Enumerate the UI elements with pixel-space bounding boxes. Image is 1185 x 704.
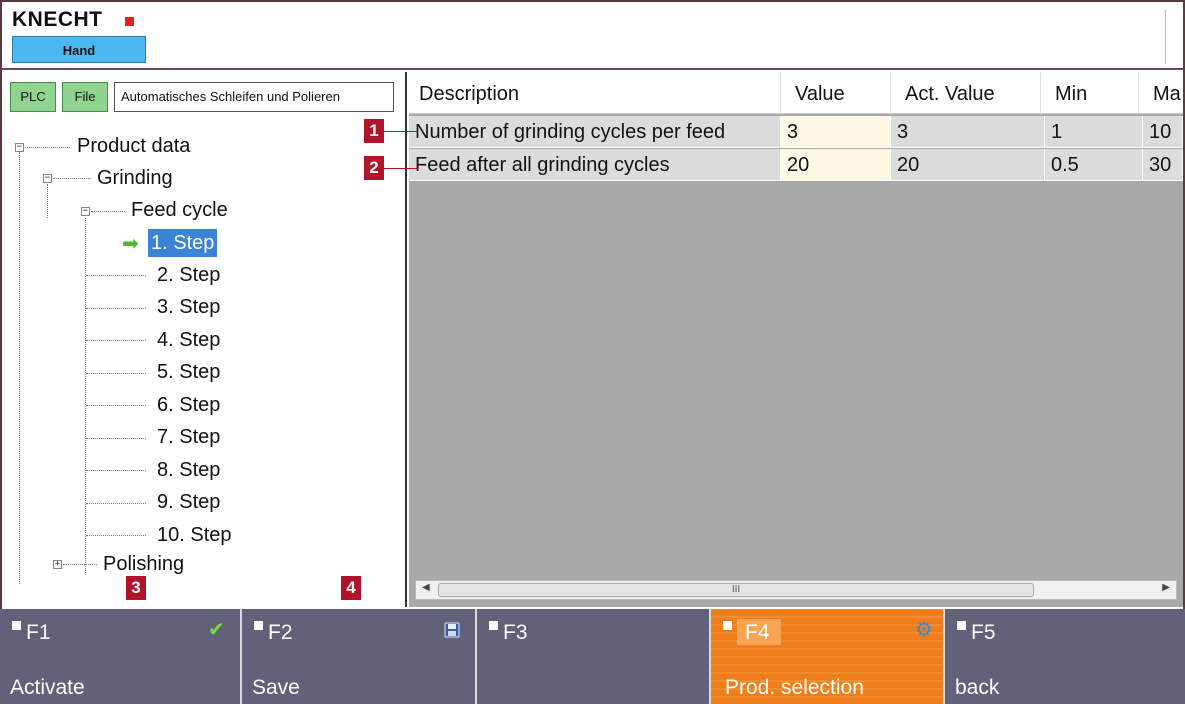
cell-max: 10 [1143,116,1183,148]
table-row[interactable]: Number of grinding cycles per feed 3 3 1… [409,116,1183,148]
indicator-square [254,621,263,630]
cell-min: 0.5 [1045,149,1143,181]
tree-node-step-4[interactable]: 4. Step [154,326,223,354]
product-tree: − Product data − Grinding − Feed cycle ➡… [2,124,407,607]
grid-header: Description Value Act. Value Min Ma [409,72,1183,114]
parameter-grid: Description Value Act. Value Min Ma Numb… [409,72,1183,607]
f2-save-button[interactable]: F2 Save [242,609,477,704]
tree-node-step-10[interactable]: 10. Step [154,521,235,549]
function-key-label: F4 [745,621,770,644]
function-action-label: back [955,676,1000,699]
tree-connector [47,184,48,218]
column-max[interactable]: Ma [1143,72,1183,114]
tree-node-step-9[interactable]: 9. Step [154,488,223,516]
cell-max: 30 [1143,149,1183,181]
callout-line [384,168,418,169]
f3-button[interactable]: F3 [477,609,711,704]
tree-node-grinding[interactable]: Grinding [94,164,176,192]
tree-node-step-6[interactable]: 6. Step [154,391,223,419]
tree-node-step-1[interactable]: 1. Step [148,229,218,257]
scroll-thumb[interactable]: III [438,583,1034,597]
function-key-label: F1 [26,621,51,644]
logo: KNECHT [12,8,103,31]
check-icon: ✔ [208,619,225,641]
column-min[interactable]: Min [1045,72,1139,114]
tree-pane: PLC File Automatisches Schleifen und Pol… [2,72,407,607]
program-name-field[interactable]: Automatisches Schleifen und Polieren [114,82,394,112]
function-action-label: Prod. selection [725,676,864,699]
cell-value[interactable]: 20 [781,149,891,181]
tree-node-product-data[interactable]: Product data [74,132,193,160]
callout-marker: 2 [364,156,384,180]
tree-node-step-2[interactable]: 2. Step [154,261,223,289]
tree-connector [85,218,86,573]
collapse-toggle[interactable]: − [81,207,90,216]
column-act-value[interactable]: Act. Value [895,72,1041,114]
indicator-square [489,621,498,630]
collapse-toggle[interactable]: − [15,143,24,152]
header: KNECHT Hand [2,2,1183,70]
tree-node-polishing[interactable]: Polishing [100,550,187,578]
floppy-disk-icon [444,621,460,643]
expand-toggle[interactable]: + [53,560,62,569]
header-divider [1165,10,1179,64]
function-action-label: Save [252,676,300,699]
callout-line [384,131,418,132]
callout-marker: 1 [364,119,384,143]
callout-marker: 3 [126,576,146,600]
scroll-right-arrow-icon[interactable]: ▶ [1162,582,1170,593]
cell-act-value: 3 [891,116,1045,148]
function-key-label: F2 [268,621,293,644]
tree-node-feed-cycle[interactable]: Feed cycle [128,196,231,224]
f5-back-button[interactable]: F5 back [945,609,1185,704]
column-value[interactable]: Value [785,72,891,114]
collapse-toggle[interactable]: − [43,174,52,183]
callout-marker: 4 [341,576,361,600]
mode-indicator: Hand [12,36,146,63]
tree-node-step-5[interactable]: 5. Step [154,358,223,386]
column-description[interactable]: Description [409,72,781,114]
indicator-square [12,621,21,630]
scroll-left-arrow-icon[interactable]: ◀ [422,582,430,593]
f1-activate-button[interactable]: F1 ✔ Activate [0,609,242,704]
cell-act-value: 20 [891,149,1045,181]
tree-node-step-8[interactable]: 8. Step [154,456,223,484]
function-action-label: Activate [10,676,85,699]
tree-node-step-7[interactable]: 7. Step [154,423,223,451]
table-row[interactable]: Feed after all grinding cycles 20 20 0.5… [409,149,1183,181]
tree-node-step-3[interactable]: 3. Step [154,293,223,321]
plc-button[interactable]: PLC [10,82,56,112]
gear-icon: ⚙ [915,619,933,641]
file-button[interactable]: File [62,82,108,112]
logo-dot [125,17,134,26]
f4-product-selection-button[interactable]: F4 ⚙ Prod. selection [711,609,945,704]
cell-description: Feed after all grinding cycles [409,149,781,181]
cell-description: Number of grinding cycles per feed [409,116,781,148]
function-key-label: F5 [971,621,996,644]
function-key-label: F3 [503,621,528,644]
arrow-right-icon: ➡ [122,233,139,255]
cell-value[interactable]: 3 [781,116,891,148]
indicator-square [723,621,732,630]
tree-connector [19,152,20,584]
function-key-bar: F1 ✔ Activate F2 Save F3 F4 ⚙ Prod. sele… [0,609,1185,704]
horizontal-scrollbar[interactable]: ◀ III ▶ [415,580,1177,600]
cell-min: 1 [1045,116,1143,148]
indicator-square [957,621,966,630]
